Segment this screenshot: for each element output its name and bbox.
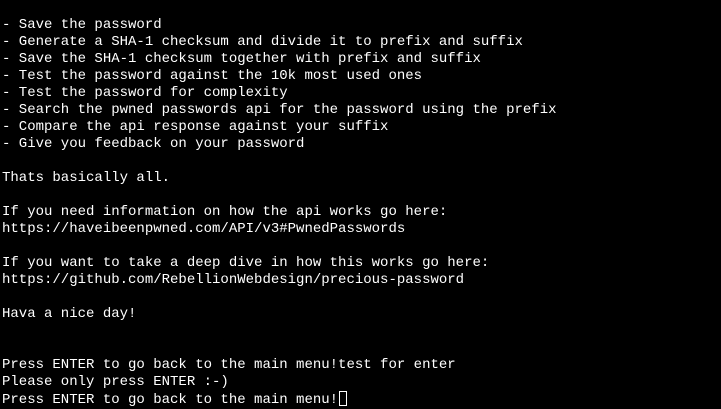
step-line: - Give you feedback on your password — [2, 136, 305, 152]
step-line: - Search the pwned passwords api for the… — [2, 102, 557, 118]
step-line: - Test the password for complexity — [2, 85, 288, 101]
step-line: - Test the password against the 10k most… — [2, 68, 423, 84]
warning-line: Please only press ENTER :-) — [2, 374, 229, 390]
deep-dive-text: If you want to take a deep dive in how t… — [2, 255, 490, 271]
api-info-text: If you need information on how the api w… — [2, 204, 448, 220]
text-cursor — [339, 391, 348, 406]
terminal-window[interactable]: - Save the password - Generate a SHA-1 c… — [0, 0, 721, 408]
step-line: - Compare the api response against your … — [2, 119, 389, 135]
step-line: - Save the SHA-1 checksum together with … — [2, 51, 481, 67]
step-line: - Save the password — [2, 17, 162, 33]
api-info-url: https://haveibeenpwned.com/API/v3#PwnedP… — [2, 221, 406, 237]
deep-dive-url: https://github.com/RebellionWebdesign/pr… — [2, 272, 465, 288]
active-prompt-text: Press ENTER to go back to the main menu! — [2, 392, 339, 408]
step-line: - Generate a SHA-1 checksum and divide i… — [2, 34, 523, 50]
active-prompt-line[interactable]: Press ENTER to go back to the main menu! — [2, 391, 721, 408]
farewell-line: Hava a nice day! — [2, 306, 137, 322]
prompt-line: Press ENTER to go back to the main menu!… — [2, 357, 456, 373]
summary-line: Thats basically all. — [2, 170, 171, 186]
